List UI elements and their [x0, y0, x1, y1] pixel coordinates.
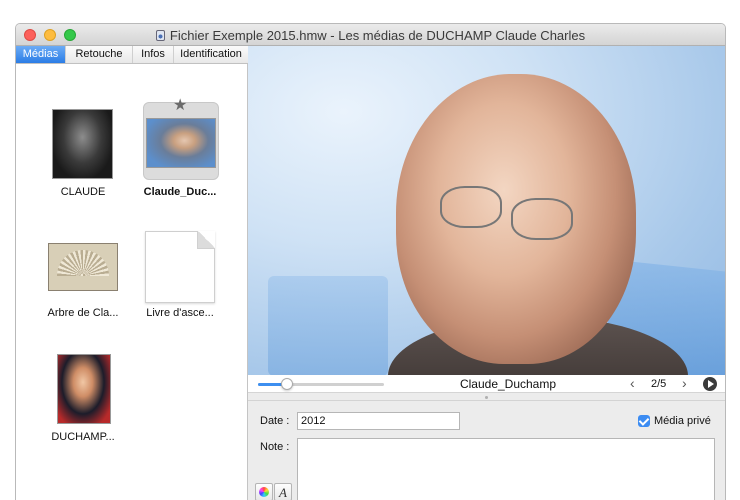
window-title: Fichier Exemple 2015.hmw - Les médias de…: [16, 28, 725, 43]
media-item-label: CLAUDE: [60, 186, 106, 198]
media-thumbnail: [57, 354, 111, 424]
note-label: Note :: [260, 441, 290, 453]
photo-subject-glasses: [511, 198, 573, 240]
media-item-arbre[interactable]: Arbre de Cla...: [33, 226, 133, 336]
private-media-label: Média privé: [654, 415, 711, 427]
note-field[interactable]: [297, 438, 715, 500]
media-window: Fichier Exemple 2015.hmw - Les médias de…: [15, 23, 726, 500]
zoom-slider[interactable]: [258, 383, 384, 386]
media-counter: 2/5: [651, 378, 667, 390]
chevron-right-icon[interactable]: ›: [682, 376, 687, 390]
zoom-slider-knob[interactable]: [281, 378, 293, 390]
pane-splitter[interactable]: [248, 394, 725, 401]
title-bar: Fichier Exemple 2015.hmw - Les médias de…: [16, 24, 725, 46]
media-viewer[interactable]: [248, 46, 725, 375]
color-wheel-icon: [259, 487, 269, 497]
media-item-label: Claude_Duc...: [143, 186, 217, 198]
media-item-label: Livre d'asce...: [146, 307, 214, 319]
color-picker-button[interactable]: [255, 483, 273, 500]
chevron-left-icon[interactable]: ‹: [630, 376, 635, 390]
private-media-checkbox[interactable]: [638, 415, 650, 427]
tab-infos[interactable]: Infos: [133, 46, 174, 63]
tab-medias[interactable]: Médias: [16, 46, 66, 63]
font-icon: A: [279, 485, 287, 500]
media-item-label: DUCHAMP...: [51, 431, 115, 443]
media-thumbnail: [146, 118, 216, 168]
media-item-claude[interactable]: CLAUDE: [33, 96, 133, 206]
tab-bar: Médias Retouche Infos Identification: [16, 46, 248, 64]
play-icon[interactable]: [703, 377, 717, 391]
family-tree-fan-image: [57, 250, 109, 276]
date-field[interactable]: [297, 412, 460, 430]
window-title-text: Fichier Exemple 2015.hmw - Les médias de…: [169, 28, 586, 43]
photo-subject-glasses: [440, 186, 502, 228]
media-item-duchamp[interactable]: DUCHAMP...: [33, 351, 133, 461]
media-item-label: Arbre de Cla...: [47, 307, 119, 319]
media-item-livre[interactable]: Livre d'asce...: [130, 226, 230, 336]
current-media-name: Claude_Duchamp: [459, 377, 557, 391]
document-icon: [155, 30, 165, 41]
media-thumbnail: [52, 109, 113, 179]
media-item-claude-duchamp[interactable]: ★ Claude_Duc...: [130, 96, 230, 206]
date-label: Date :: [260, 415, 290, 427]
tab-retouche[interactable]: Retouche: [66, 46, 133, 63]
media-details-form: Date : Média privé Note : A: [248, 401, 725, 500]
media-sidebar: Médias Retouche Infos Identification CLA…: [16, 46, 248, 500]
page-fold: [197, 231, 215, 249]
document-icon: [145, 231, 215, 303]
font-button[interactable]: A: [274, 483, 292, 500]
background-shape: [268, 276, 388, 375]
media-thumbnail: [48, 243, 118, 291]
splitter-handle[interactable]: [485, 396, 488, 399]
star-icon: ★: [173, 97, 188, 114]
viewer-control-bar: Claude_Duchamp ‹ 2/5 ›: [248, 375, 725, 393]
tab-identification[interactable]: Identification: [174, 46, 248, 63]
